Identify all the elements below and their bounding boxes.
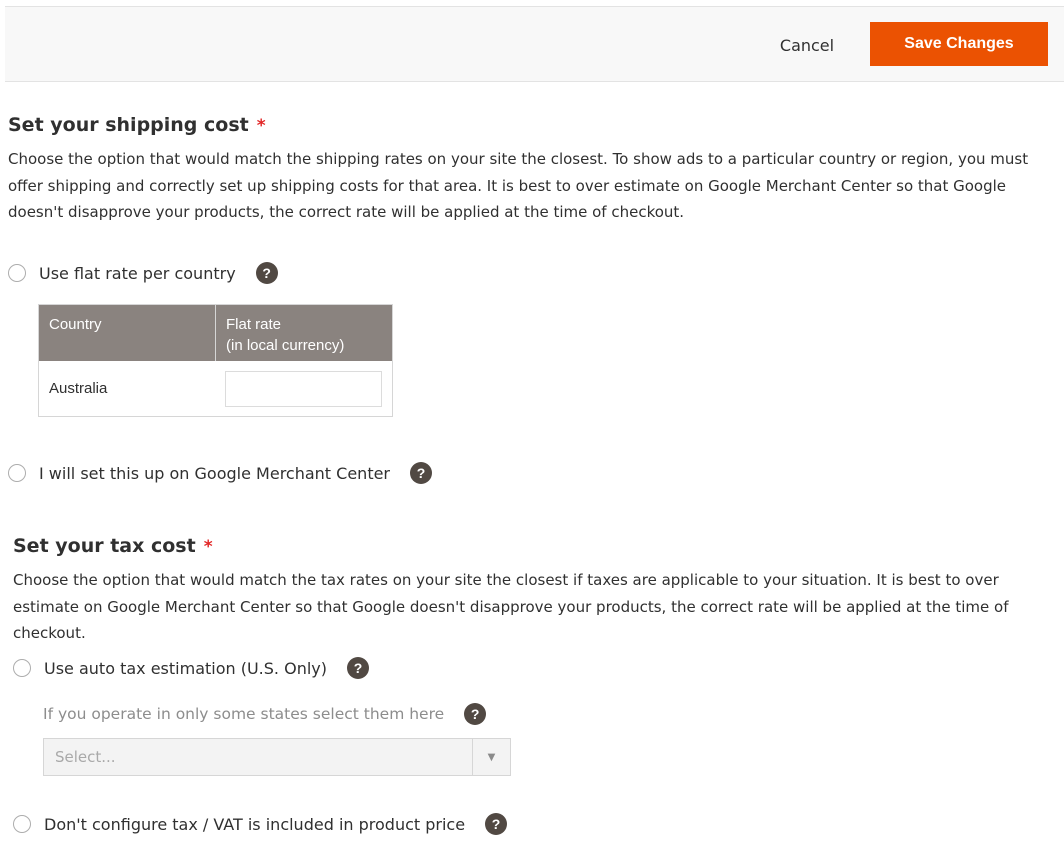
tax-section-title: Set your tax cost * [13, 535, 213, 557]
help-icon[interactable]: ? [485, 813, 508, 835]
flat-rate-header-line2: (in local currency) [226, 337, 345, 354]
auto-tax-label: Use auto tax estimation (U.S. Only) [44, 658, 327, 678]
flat-rate-input[interactable] [225, 370, 382, 407]
help-icon[interactable]: ? [410, 462, 433, 484]
tax-option-auto[interactable]: Use auto tax estimation (U.S. Only) ? [13, 655, 369, 681]
flat-rate-radio[interactable] [8, 264, 26, 282]
save-changes-button[interactable]: Save Changes [870, 22, 1048, 66]
merchant-center-radio[interactable] [8, 464, 26, 482]
states-row: If you operate in only some states selec… [43, 701, 487, 727]
shipping-description: Choose the option that would match the s… [8, 150, 1029, 221]
column-header-flat-rate: Flat rate (in local currency) [216, 305, 392, 361]
cancel-button[interactable]: Cancel [765, 29, 849, 61]
help-icon[interactable]: ? [464, 703, 487, 725]
table-row: Australia [39, 361, 392, 416]
table-header: Country Flat rate (in local currency) [39, 305, 392, 361]
country-cell: Australia [49, 380, 108, 397]
no-config-label: Don't configure tax / VAT is included in… [44, 814, 466, 834]
tax-title-text: Set your tax cost [13, 535, 196, 557]
flat-rate-label: Use flat rate per country [39, 263, 236, 283]
shipping-option-merchant-center[interactable]: I will set this up on Google Merchant Ce… [8, 460, 433, 486]
help-icon[interactable]: ? [346, 657, 369, 679]
page-actions-bar: Cancel Save Changes [5, 6, 1064, 82]
required-marker: * [256, 116, 266, 136]
flat-rate-header-line1: Flat rate [226, 316, 282, 333]
auto-tax-radio[interactable] [13, 659, 31, 677]
states-select[interactable]: Select... ▼ [43, 738, 511, 776]
shipping-title-text: Set your shipping cost [8, 114, 249, 136]
shipping-section-title: Set your shipping cost * [8, 114, 266, 136]
states-label: If you operate in only some states selec… [43, 705, 445, 723]
shipping-option-flat-rate[interactable]: Use flat rate per country ? [8, 260, 278, 286]
help-icon[interactable]: ? [255, 262, 278, 284]
states-select-placeholder: Select... [55, 748, 116, 766]
chevron-down-icon[interactable]: ▼ [472, 739, 510, 775]
flat-rate-table: Country Flat rate (in local currency) Au… [38, 304, 393, 417]
required-marker: * [203, 537, 213, 557]
tax-description: Choose the option that would match the t… [13, 571, 1009, 642]
no-config-radio[interactable] [13, 815, 31, 833]
column-header-country: Country [39, 305, 216, 361]
merchant-center-label: I will set this up on Google Merchant Ce… [39, 463, 391, 483]
tax-option-no-config[interactable]: Don't configure tax / VAT is included in… [13, 811, 508, 837]
